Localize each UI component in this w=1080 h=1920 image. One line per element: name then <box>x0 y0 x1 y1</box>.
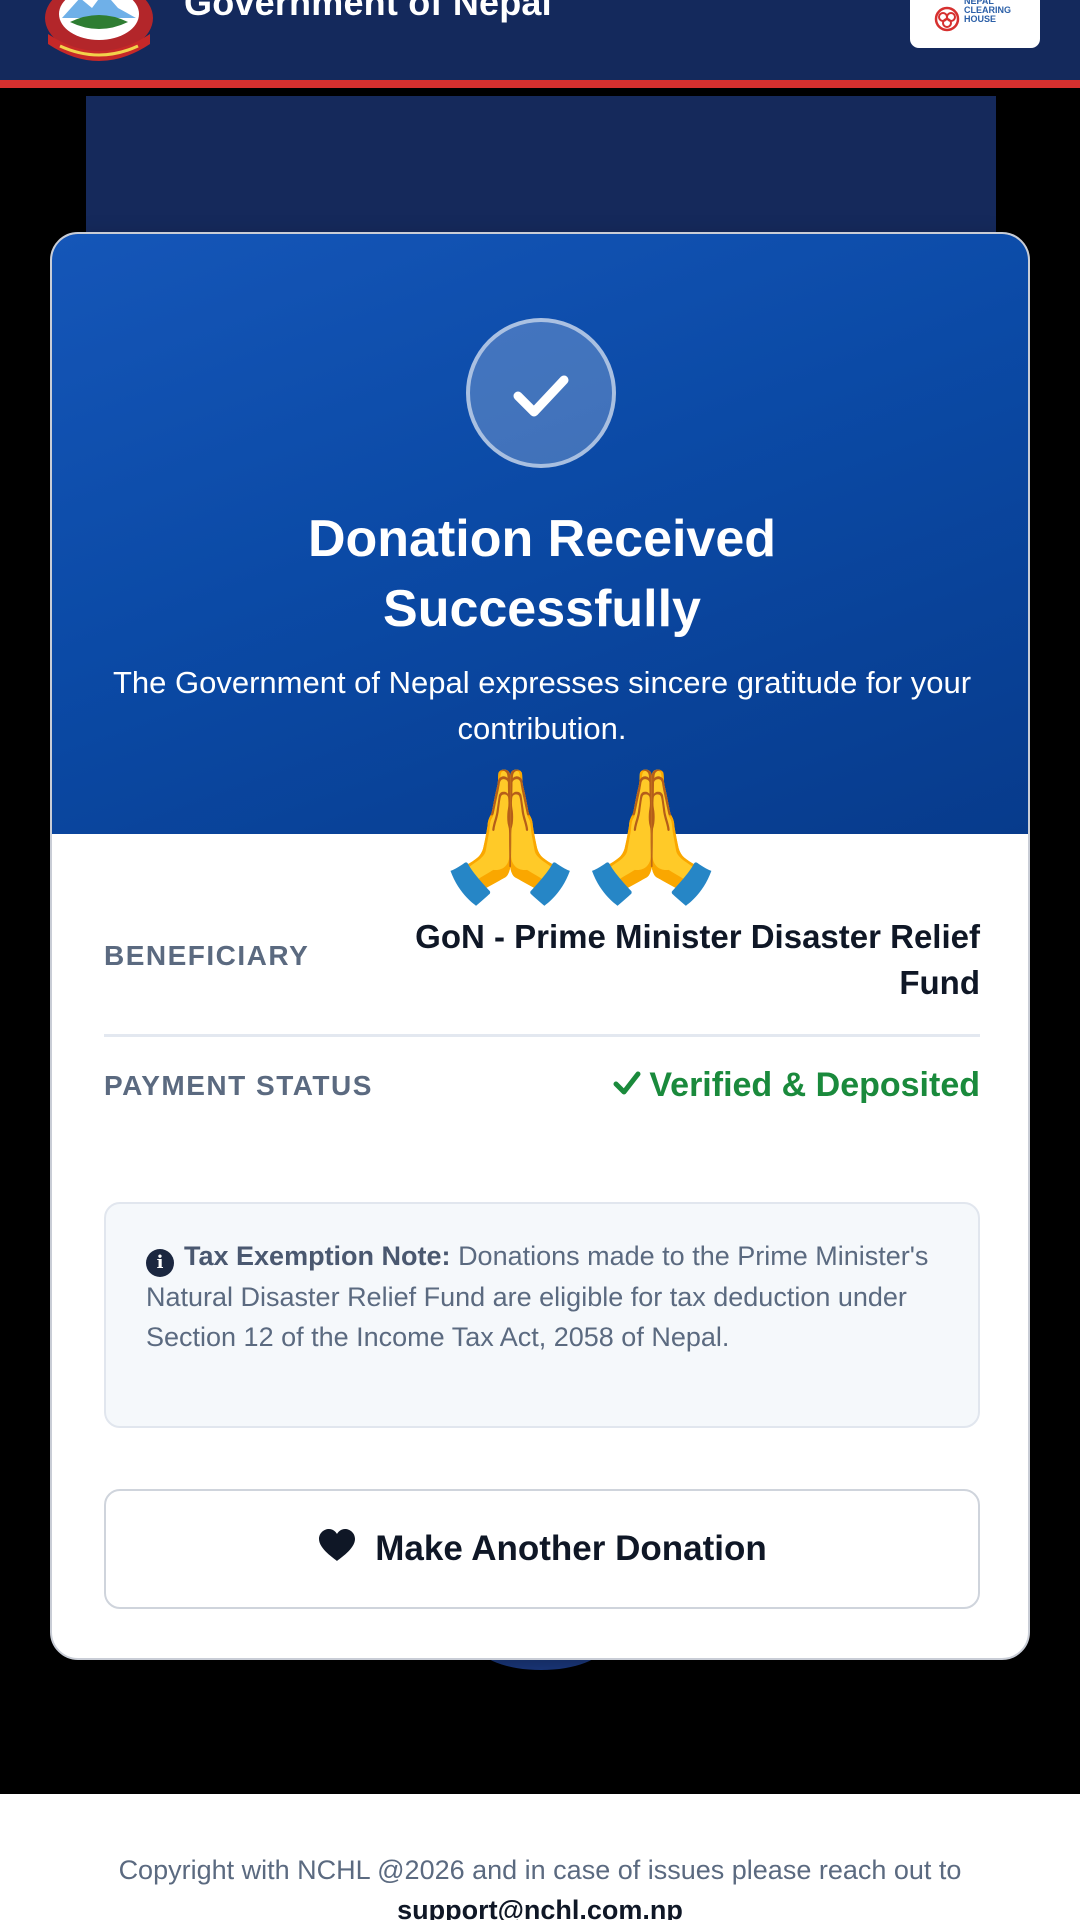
divider <box>104 1034 980 1037</box>
success-hero: Donation Received Successfully The Gover… <box>52 234 1028 834</box>
government-title: Government of Nepal <box>184 0 552 23</box>
heart-icon <box>317 1528 357 1571</box>
nchl-logo: NEPAL CLEARING HOUSE <box>910 0 1040 48</box>
nepal-emblem-icon <box>40 0 158 62</box>
success-title: Donation Received Successfully <box>307 510 777 638</box>
checkmark-icon <box>613 1066 641 1105</box>
success-card: Donation Received Successfully The Gover… <box>50 232 1030 1660</box>
payment-status-label: PAYMENT STATUS <box>104 1070 373 1101</box>
tax-exemption-note: i Tax Exemption Note: Donations made to t… <box>104 1202 980 1428</box>
copyright-text: Copyright with NCHL @2026 and in case of… <box>118 1855 962 1885</box>
nchl-logo-text: NEPAL CLEARING HOUSE <box>964 0 1011 24</box>
success-subtitle: The Government of Nepal expresses sincer… <box>112 665 972 746</box>
make-another-donation-button[interactable]: Make Another Donation <box>104 1489 980 1609</box>
payment-status-text: Verified & Deposited <box>649 1066 980 1104</box>
nchl-logo-icon <box>934 6 960 32</box>
beneficiary-label: BENEFICIARY <box>104 940 310 971</box>
payment-status-value: Verified & Deposited <box>472 1066 980 1105</box>
footer-text: Copyright with NCHL @2026 and in case of… <box>40 1850 1040 1920</box>
folded-hands-emoji: 🙏🙏 <box>430 764 732 907</box>
check-circle-icon <box>466 318 616 468</box>
tax-note-heading: Tax Exemption Note: <box>184 1241 451 1271</box>
top-header: Government of Nepal NEPAL CLEARING HOUSE <box>0 0 1080 88</box>
make-another-donation-label: Make Another Donation <box>375 1529 767 1568</box>
beneficiary-value: GoN - Prime Minister Disaster Relief Fun… <box>415 918 980 1001</box>
support-email-link[interactable]: support@nchl.com.np <box>40 1890 1040 1920</box>
footer: Copyright with NCHL @2026 and in case of… <box>0 1794 1080 1920</box>
info-icon: i <box>146 1249 174 1277</box>
tax-note-text: i Tax Exemption Note: Donations made to t… <box>146 1236 936 1357</box>
